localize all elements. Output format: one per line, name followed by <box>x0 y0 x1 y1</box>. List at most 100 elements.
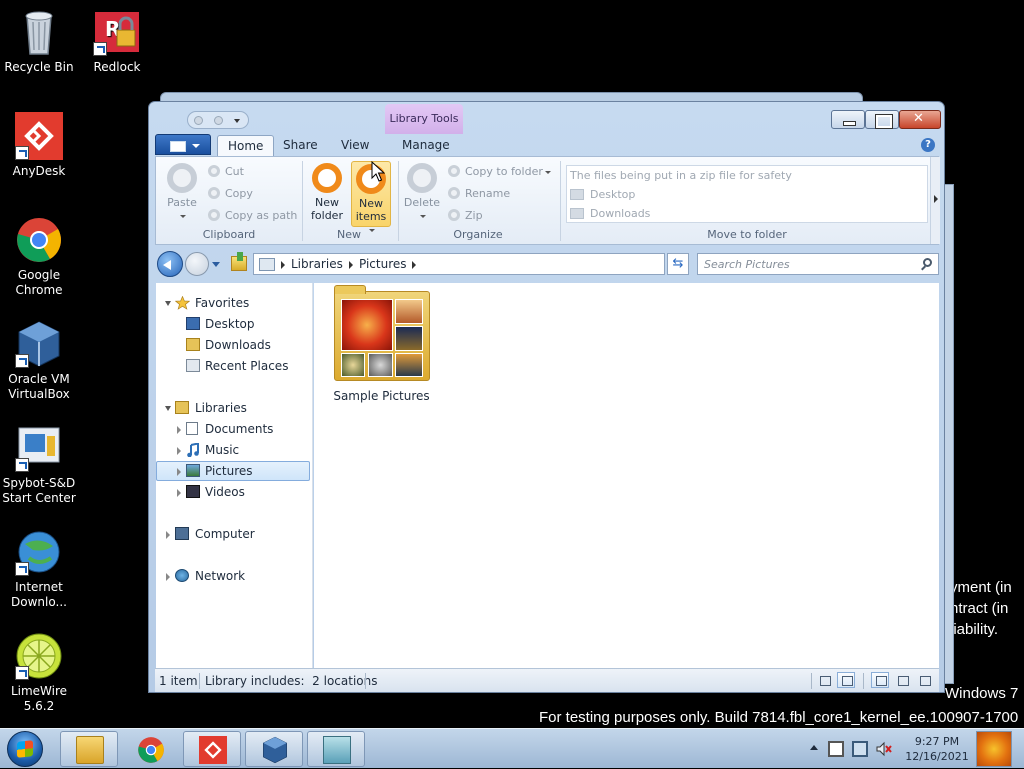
tree-item-downloads[interactable]: Downloads <box>156 335 306 355</box>
taskbar-anydesk-button[interactable] <box>183 731 241 767</box>
search-input[interactable] <box>704 255 914 273</box>
chevron-right-icon[interactable] <box>349 261 353 269</box>
tab-view[interactable]: View <box>331 135 379 156</box>
tab-share[interactable]: Share <box>273 135 328 156</box>
action-center-flag-icon[interactable] <box>828 741 844 757</box>
up-folder-icon[interactable] <box>231 252 247 271</box>
help-icon[interactable]: ? <box>921 138 935 152</box>
network-icon[interactable] <box>852 741 868 757</box>
breadcrumb-libraries[interactable]: Libraries <box>291 257 343 271</box>
tree-item-documents[interactable]: Documents <box>156 419 306 439</box>
tree-item-desktop[interactable]: Desktop <box>156 314 306 334</box>
address-bar[interactable]: Libraries Pictures <box>253 253 756 275</box>
anydesk-icon <box>15 112 63 160</box>
tree-item-favorites[interactable]: Favorites <box>156 293 306 313</box>
clock-time: 9:27 PM <box>914 735 960 748</box>
explorer-window[interactable]: Library Tools Home Share View Manage ? P… <box>148 101 945 693</box>
search-box[interactable] <box>697 253 939 275</box>
back-button[interactable] <box>157 251 183 277</box>
move-to-item-label: Downloads <box>590 207 651 220</box>
desktop-icon-internet-download-manager[interactable]: Internet Downlo... <box>0 528 78 610</box>
virtualbox-icon <box>261 736 289 764</box>
copy-as-path-button[interactable]: Copy as path <box>208 207 297 225</box>
clock[interactable]: 9:27 PM 12/16/2021 <box>902 734 972 764</box>
tree-item-music[interactable]: Music <box>156 440 306 460</box>
copy-to-folder-button[interactable]: Copy to folder <box>448 163 551 181</box>
paste-button[interactable]: Paste <box>160 161 204 217</box>
speaker-muted-icon[interactable] <box>876 741 892 757</box>
taskbar-chrome-button[interactable] <box>121 731 179 767</box>
details-pane-icon[interactable] <box>893 672 911 688</box>
expand-arrow-icon[interactable] <box>177 468 181 476</box>
desktop-icon-redlock[interactable]: R Redlock <box>78 8 156 75</box>
hide-preview-pane-icon[interactable] <box>871 672 889 688</box>
ribbon-scroll-right-button[interactable] <box>930 157 940 244</box>
file-item-sample-pictures[interactable]: Sample Pictures <box>333 285 430 403</box>
new-folder-button[interactable]: New folder <box>306 161 348 222</box>
tree-item-computer[interactable]: Computer <box>156 524 306 544</box>
show-hidden-icons-icon[interactable] <box>810 745 818 750</box>
move-to-item-label: Desktop <box>590 188 636 201</box>
zip-button[interactable]: Zip <box>448 207 483 225</box>
expand-arrow-icon[interactable] <box>166 573 170 581</box>
expand-arrow-icon[interactable] <box>165 406 171 411</box>
rename-button[interactable]: Rename <box>448 185 510 203</box>
desktop-icon-google-chrome[interactable]: Google Chrome <box>0 216 78 298</box>
minimize-button[interactable] <box>831 110 865 129</box>
expand-arrow-icon[interactable] <box>177 426 181 434</box>
tree-item-pictures[interactable]: Pictures <box>156 461 310 481</box>
refresh-button[interactable]: ⇆ <box>667 253 689 275</box>
tab-home[interactable]: Home <box>217 135 275 156</box>
desktop-icon-anydesk[interactable]: AnyDesk <box>0 112 78 179</box>
taskbar-explorer-button[interactable] <box>60 731 118 767</box>
qat-properties-icon[interactable] <box>194 116 203 125</box>
lighthouse-thumbnail <box>395 326 423 351</box>
desktop-icon-recycle-bin[interactable]: Recycle Bin <box>0 8 78 75</box>
desktop-icon-limewire[interactable]: LimeWire 5.6.2 <box>0 632 78 714</box>
qat-dropdown-icon[interactable] <box>234 119 240 125</box>
qat-new-folder-icon[interactable] <box>214 116 223 125</box>
chevron-right-icon[interactable] <box>412 261 416 269</box>
move-to-item-downloads[interactable]: Downloads <box>567 204 927 223</box>
forward-button[interactable] <box>185 252 209 276</box>
breadcrumb-pictures[interactable]: Pictures <box>359 257 407 271</box>
tab-manage[interactable]: Manage <box>392 135 460 156</box>
expand-arrow-icon[interactable] <box>166 531 170 539</box>
expand-arrow-icon[interactable] <box>177 489 181 497</box>
close-button[interactable] <box>899 110 941 129</box>
preview-pane-icon[interactable] <box>915 672 933 688</box>
maximize-button[interactable] <box>865 110 899 129</box>
tree-label: Documents <box>205 422 274 436</box>
thumbnail-view-icon[interactable] <box>837 672 855 688</box>
tree-item-videos[interactable]: Videos <box>156 482 306 502</box>
desktop-icon-label: Google Chrome <box>15 268 63 297</box>
details-view-icon[interactable] <box>815 672 833 688</box>
move-to-item-desktop[interactable]: Desktop <box>567 185 927 204</box>
search-icon[interactable] <box>923 258 932 267</box>
recent-locations-dropdown-icon[interactable] <box>212 262 220 267</box>
tree-item-libraries[interactable]: Libraries <box>156 398 306 418</box>
status-separator <box>199 673 200 689</box>
taskbar-app-button[interactable] <box>307 731 365 767</box>
cut-button[interactable]: Cut <box>208 163 244 181</box>
chrome-icon <box>15 216 63 264</box>
expand-arrow-icon[interactable] <box>177 447 181 455</box>
start-button[interactable] <box>4 729 48 769</box>
tree-label: Downloads <box>205 338 271 352</box>
expand-arrow-icon[interactable] <box>165 301 171 306</box>
delete-button[interactable]: Delete <box>402 161 442 217</box>
copy-button[interactable]: Copy <box>208 185 253 203</box>
chevron-right-icon[interactable] <box>281 261 285 269</box>
move-to-item-zip-folder[interactable]: The files being put in a zip file for sa… <box>567 166 927 185</box>
desktop-icon <box>570 188 584 200</box>
file-menu-button[interactable] <box>155 134 211 155</box>
desktop-icon-virtualbox[interactable]: Oracle VM VirtualBox <box>0 320 78 402</box>
tree-item-network[interactable]: Network <box>156 566 306 586</box>
file-list[interactable]: Sample Pictures <box>314 283 939 668</box>
taskbar-virtualbox-button[interactable] <box>245 731 303 767</box>
group-separator <box>560 161 561 241</box>
show-desktop-button[interactable] <box>976 731 1012 767</box>
tree-item-recent-places[interactable]: Recent Places <box>156 356 306 376</box>
quick-access-toolbar[interactable] <box>187 111 249 129</box>
desktop-icon-spybot[interactable]: Spybot-S&D Start Center <box>0 424 78 506</box>
